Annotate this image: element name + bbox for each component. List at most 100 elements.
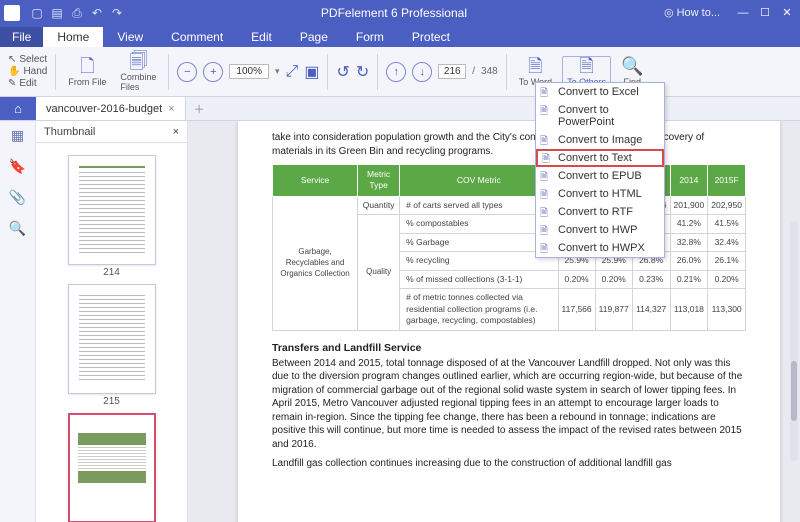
dropdown-item[interactable]: Convert to Image [536, 131, 664, 149]
tab-home[interactable]: Home [43, 27, 103, 47]
bookmark-rail-icon[interactable]: 🔖 [9, 158, 26, 175]
prev-page-button[interactable]: ↑ [386, 62, 406, 82]
hand-tool[interactable]: ✋Hand [8, 66, 47, 77]
zoom-dropdown-icon[interactable]: ▾ [275, 66, 280, 77]
thumbnail-panel: Thumbnail × 214 215 216 [36, 121, 188, 522]
edit-tool[interactable]: ✎Edit [8, 78, 47, 89]
menubar: File Home View Comment Edit Page Form Pr… [0, 25, 800, 47]
thumbnail-number: 214 [36, 267, 187, 278]
qa-open-icon[interactable]: ▢ [30, 6, 44, 20]
value-cell: 32.8% [670, 233, 708, 251]
search-rail-icon[interactable]: 🔍 [9, 220, 26, 237]
value-cell: 201,900 [670, 196, 708, 214]
value-cell: 0.23% [632, 270, 670, 288]
vertical-scrollbar[interactable] [790, 221, 798, 461]
select-tool[interactable]: ↖Select [8, 54, 47, 65]
dropdown-item[interactable]: Convert to EPUB [536, 167, 664, 185]
thumbnail-number: 215 [36, 396, 187, 407]
file-menu[interactable]: File [0, 27, 43, 47]
thumbnail-item-selected[interactable] [68, 413, 156, 522]
dropdown-item[interactable]: Convert to HTML [536, 185, 664, 203]
workspace: ▦ 🔖 📎 🔍 Thumbnail × 214 215 216 [0, 121, 800, 522]
dropdown-item[interactable]: Convert to PowerPoint [536, 101, 664, 131]
qa-print-icon[interactable]: ⎙ [70, 6, 84, 20]
combine-files-button[interactable]: 🗐 Combine Files [116, 52, 160, 92]
thumbnail-list[interactable]: 214 215 216 [36, 143, 187, 522]
page-sep: / [472, 66, 475, 77]
rotate-cw-icon[interactable]: ↻ [356, 62, 369, 82]
tab-comment[interactable]: Comment [157, 27, 237, 47]
scrollbar-thumb[interactable] [791, 361, 797, 421]
table-row: Garbage, Recyclables and Organics Collec… [273, 196, 746, 214]
metric-cell: % of missed collections (3-1-1) [400, 270, 558, 288]
body-text: Landfill gas collection continues increa… [272, 457, 746, 471]
value-cell: 0.20% [708, 270, 746, 288]
value-cell: 32.4% [708, 233, 746, 251]
document-page: take into consideration population growt… [238, 121, 780, 522]
value-cell: 119,877 [595, 289, 632, 330]
tab-edit[interactable]: Edit [237, 27, 286, 47]
body-text: Between 2014 and 2015, total tonnage dis… [272, 357, 746, 452]
combine-icon: 🗐 [129, 52, 147, 70]
select-tools: ↖Select ✋Hand ✎Edit [8, 54, 47, 89]
document-tab[interactable]: vancouver-2016-budget × [36, 97, 186, 120]
value-cell: 41.5% [708, 215, 746, 233]
value-cell: 117,566 [558, 289, 595, 330]
left-rail: ▦ 🔖 📎 🔍 [0, 121, 36, 522]
cursor-icon: ↖ [8, 54, 16, 65]
document-tabstrip: ⌂ vancouver-2016-budget × ＋ [0, 97, 800, 121]
minimize-button[interactable]: — [734, 6, 752, 20]
tab-protect[interactable]: Protect [398, 27, 464, 47]
page-viewport[interactable]: take into consideration population growt… [188, 121, 800, 522]
fit-width-icon[interactable]: ⤢ [286, 63, 299, 81]
metric-type-cell: Quantity [358, 196, 400, 214]
close-tab-icon[interactable]: × [168, 103, 174, 115]
zoom-in-button[interactable]: + [203, 62, 223, 82]
to-others-dropdown: Convert to ExcelConvert to PowerPointCon… [535, 82, 665, 258]
maximize-button[interactable]: ☐ [756, 6, 774, 20]
qa-undo-icon[interactable]: ↶ [90, 6, 104, 20]
value-cell: 0.20% [558, 270, 595, 288]
dropdown-item[interactable]: Convert to RTF [536, 203, 664, 221]
thumbnail-item[interactable] [68, 155, 156, 265]
home-tab-icon[interactable]: ⌂ [0, 97, 36, 120]
value-cell: 114,327 [632, 289, 670, 330]
thumbnail-title: Thumbnail [44, 126, 95, 138]
app-title: PDFelement 6 Professional [124, 6, 664, 20]
search-icon: 🔍 [621, 57, 643, 75]
table-header: Metric Type [358, 165, 400, 197]
value-cell: 26.0% [670, 252, 708, 270]
from-file-icon: 🗋 [80, 57, 94, 75]
tab-page[interactable]: Page [286, 27, 342, 47]
dropdown-item[interactable]: Convert to Excel [536, 83, 664, 101]
page-current[interactable]: 216 [438, 64, 466, 79]
section-heading: Transfers and Landfill Service [272, 341, 746, 355]
dropdown-item[interactable]: Convert to HWPX [536, 239, 664, 257]
data-table: ServiceMetric TypeCOV Metric201120122013… [272, 164, 746, 331]
hand-icon: ✋ [8, 66, 20, 77]
tab-view[interactable]: View [103, 27, 157, 47]
dropdown-item[interactable]: Convert to Text [536, 149, 664, 167]
zoom-out-button[interactable]: − [177, 62, 197, 82]
thumbnail-close-icon[interactable]: × [173, 126, 179, 138]
attachment-rail-icon[interactable]: 📎 [9, 189, 26, 206]
thumbnail-rail-icon[interactable]: ▦ [11, 127, 24, 144]
quick-access: ▢ ▤ ⎙ ↶ ↷ [30, 6, 124, 20]
fit-page-icon[interactable]: ▣ [304, 62, 319, 82]
value-cell: 113,300 [708, 289, 746, 330]
zoom-level[interactable]: 100% [229, 64, 269, 79]
howto-link[interactable]: ◎ How to... [664, 6, 720, 19]
qa-redo-icon[interactable]: ↷ [110, 6, 124, 20]
tab-form[interactable]: Form [342, 27, 398, 47]
to-others-icon: 🗎 [579, 57, 593, 75]
close-button[interactable]: ✕ [778, 6, 796, 20]
thumbnail-item[interactable] [68, 284, 156, 394]
document-tab-label: vancouver-2016-budget [46, 103, 162, 115]
dropdown-item[interactable]: Convert to HWP [536, 221, 664, 239]
rotate-ccw-icon[interactable]: ↺ [336, 62, 349, 82]
qa-save-icon[interactable]: ▤ [50, 6, 64, 20]
next-page-button[interactable]: ↓ [412, 62, 432, 82]
table-header: 2014 [670, 165, 708, 197]
from-file-button[interactable]: 🗋 From File [64, 57, 110, 87]
new-tab-button[interactable]: ＋ [186, 101, 213, 117]
